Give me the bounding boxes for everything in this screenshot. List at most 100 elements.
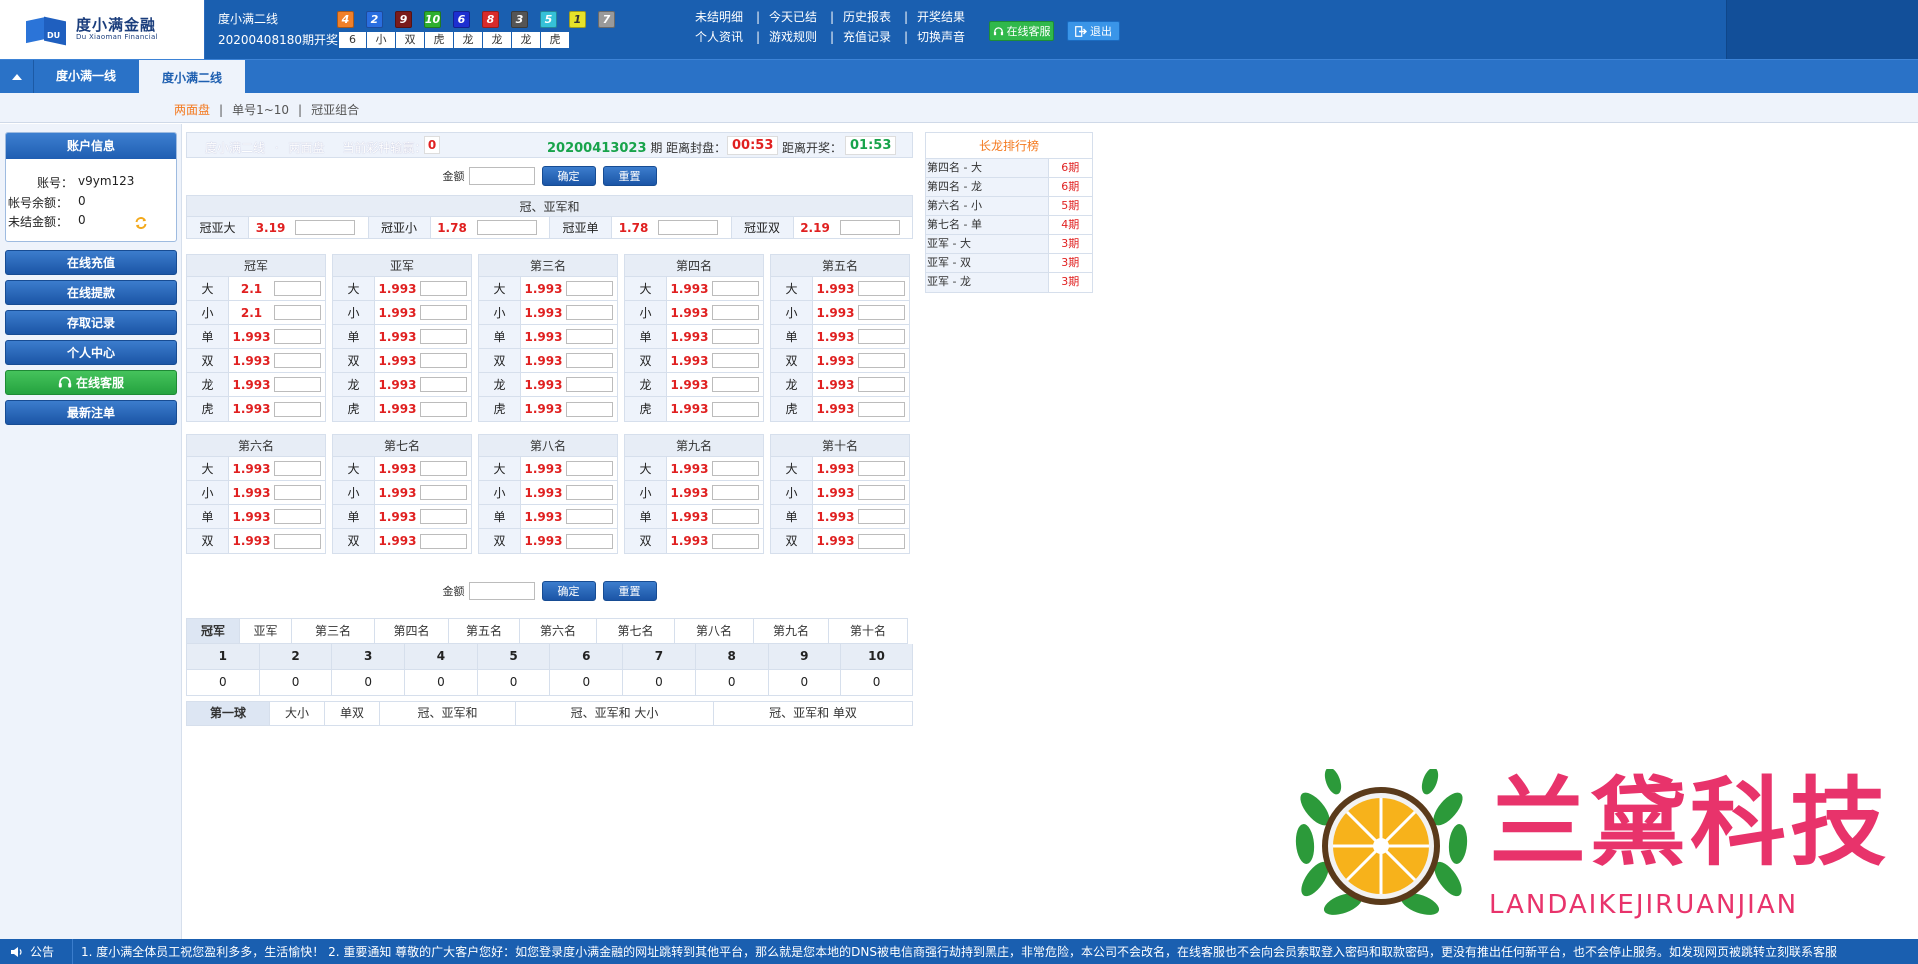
brand-logo[interactable]: DU 度小满金融 Du Xiaoman Financial	[0, 0, 205, 59]
bet-amount-input[interactable]	[712, 377, 759, 392]
bet-amount-input[interactable]	[858, 401, 905, 417]
bet-amount-input[interactable]	[566, 329, 613, 344]
bet-amount-input[interactable]	[566, 509, 613, 524]
deposit-button[interactable]: 在线充值	[5, 250, 177, 275]
header-link[interactable]: 切换声音	[917, 27, 969, 47]
bet-amount-input[interactable]	[274, 305, 321, 320]
bet-amount-input[interactable]	[420, 485, 467, 500]
bet-amount-input[interactable]	[274, 509, 321, 524]
bet-amount-input[interactable]	[420, 305, 467, 320]
subnav-champion-combo[interactable]: 冠亚组合	[311, 103, 359, 117]
stats-position-tab[interactable]: 亚军	[239, 618, 291, 644]
online-service-button[interactable]: 在线客服	[989, 21, 1054, 41]
gyh-amount-input[interactable]	[295, 220, 355, 235]
header-link[interactable]: 今天已结	[769, 7, 821, 27]
bet-amount-input[interactable]	[712, 353, 759, 368]
header-link[interactable]: 开奖结果	[917, 7, 969, 27]
stats-type-tab[interactable]: 冠、亚军和 大小	[515, 701, 713, 726]
withdraw-button[interactable]: 在线提款	[5, 280, 177, 305]
bet-amount-input[interactable]	[566, 281, 613, 296]
bet-amount-input[interactable]	[858, 485, 905, 500]
header-link[interactable]: 充值记录	[843, 27, 895, 47]
stats-type-tab[interactable]: 第一球	[186, 701, 269, 726]
stats-position-tab[interactable]: 第四名	[374, 618, 448, 644]
subnav-single-number[interactable]: 单号1~10	[232, 103, 289, 117]
bet-amount-input[interactable]	[858, 533, 905, 549]
bet-amount-input[interactable]	[858, 329, 905, 344]
personal-center-button[interactable]: 个人中心	[5, 340, 177, 365]
logout-button[interactable]: 退出	[1067, 21, 1120, 41]
amount-input[interactable]	[468, 167, 535, 185]
bet-amount-input[interactable]	[420, 353, 467, 368]
stats-type-tab[interactable]: 大小	[269, 701, 324, 726]
bet-amount-input[interactable]	[274, 401, 321, 417]
stats-position-tab[interactable]: 第七名	[596, 618, 674, 644]
bet-amount-input[interactable]	[420, 461, 467, 476]
stats-type-tab[interactable]: 冠、亚军和	[379, 701, 515, 726]
bet-amount-input[interactable]	[274, 281, 321, 296]
bet-amount-input[interactable]	[274, 485, 321, 500]
bet-amount-input[interactable]	[420, 533, 467, 549]
confirm-button[interactable]: 确定	[541, 581, 596, 601]
bet-amount-input[interactable]	[712, 461, 759, 476]
bet-amount-input[interactable]	[420, 509, 467, 524]
sidebar-service-button[interactable]: 在线客服	[5, 370, 177, 395]
latest-bets-button[interactable]: 最新注单	[5, 400, 177, 425]
subnav-two-sides[interactable]: 两面盘	[174, 103, 210, 117]
bet-amount-input[interactable]	[274, 377, 321, 392]
bet-amount-input[interactable]	[858, 305, 905, 320]
stats-position-tab[interactable]: 第九名	[753, 618, 828, 644]
header-link[interactable]: 历史报表	[843, 7, 895, 27]
bet-amount-input[interactable]	[274, 533, 321, 549]
header-link[interactable]: 游戏规则	[769, 27, 821, 47]
bet-amount-input[interactable]	[712, 401, 759, 417]
bet-amount-input[interactable]	[858, 281, 905, 296]
gyh-amount-input[interactable]	[658, 220, 718, 235]
refresh-icon[interactable]	[134, 216, 148, 230]
stats-type-tab[interactable]: 冠、亚军和 单双	[713, 701, 913, 726]
stats-position-tab[interactable]: 第五名	[448, 618, 519, 644]
stats-position-tab[interactable]: 冠军	[186, 618, 239, 644]
bet-amount-input[interactable]	[566, 401, 613, 417]
bet-amount-input[interactable]	[566, 461, 613, 476]
bet-amount-input[interactable]	[274, 461, 321, 476]
bet-amount-input[interactable]	[274, 329, 321, 344]
bet-amount-input[interactable]	[420, 401, 467, 417]
transaction-records-button[interactable]: 存取记录	[5, 310, 177, 335]
stats-position-tab[interactable]: 第八名	[674, 618, 753, 644]
tab-line-one[interactable]: 度小满一线	[34, 60, 138, 93]
bet-amount-input[interactable]	[712, 329, 759, 344]
stats-position-tab[interactable]: 第十名	[828, 618, 908, 644]
gyh-amount-input[interactable]	[476, 220, 537, 235]
bet-amount-input[interactable]	[566, 533, 613, 549]
collapse-toggle[interactable]	[0, 60, 34, 93]
reset-button[interactable]: 重置	[602, 166, 657, 186]
bet-amount-input[interactable]	[420, 281, 467, 296]
bet-amount-input[interactable]	[712, 509, 759, 524]
gyh-amount-input[interactable]	[839, 220, 900, 235]
reset-button[interactable]: 重置	[602, 581, 657, 601]
bet-amount-input[interactable]	[566, 305, 613, 320]
confirm-button[interactable]: 确定	[541, 166, 596, 186]
bet-amount-input[interactable]	[566, 485, 613, 500]
bet-amount-input[interactable]	[858, 353, 905, 368]
bet-amount-input[interactable]	[420, 377, 467, 392]
bet-amount-input[interactable]	[274, 353, 321, 368]
stats-type-tab[interactable]: 单双	[324, 701, 379, 726]
bet-amount-input[interactable]	[566, 377, 613, 392]
header-link[interactable]: 个人资讯	[695, 27, 747, 47]
tab-line-two[interactable]: 度小满二线	[139, 60, 245, 93]
bet-amount-input[interactable]	[712, 533, 759, 549]
amount-input[interactable]	[468, 582, 535, 600]
bet-amount-input[interactable]	[858, 509, 905, 524]
bet-amount-input[interactable]	[712, 485, 759, 500]
bet-amount-input[interactable]	[712, 281, 759, 296]
bet-amount-input[interactable]	[858, 461, 905, 476]
bet-amount-input[interactable]	[566, 353, 613, 368]
bet-amount-input[interactable]	[712, 305, 759, 320]
bet-amount-input[interactable]	[858, 377, 905, 392]
header-link[interactable]: 未结明细	[695, 7, 747, 27]
bet-amount-input[interactable]	[420, 329, 467, 344]
stats-position-tab[interactable]: 第三名	[291, 618, 374, 644]
stats-position-tab[interactable]: 第六名	[519, 618, 596, 644]
